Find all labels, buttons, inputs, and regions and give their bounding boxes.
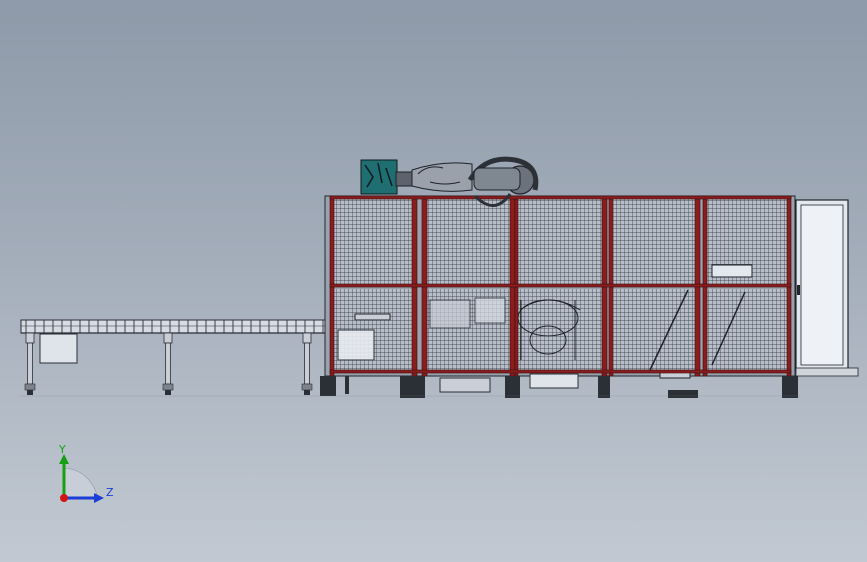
conveyor-motor-box xyxy=(39,333,78,364)
cad-viewport[interactable]: Y Z xyxy=(0,0,867,562)
conveyor-leg xyxy=(301,332,313,395)
conveyor-leg xyxy=(162,332,174,395)
x-axis-origin xyxy=(60,494,68,502)
robot-forearm xyxy=(411,162,473,192)
y-axis-label: Y xyxy=(58,443,66,456)
triad-xz-plane xyxy=(63,467,99,499)
electrical-cabinet[interactable] xyxy=(795,199,859,377)
cell-feet xyxy=(320,373,798,398)
assembly-drawing[interactable] xyxy=(0,0,867,562)
z-axis-arrowhead xyxy=(94,493,104,503)
robot-upper-arm xyxy=(473,167,521,191)
robot-wrist xyxy=(395,171,415,187)
conveyor-bed xyxy=(20,319,327,334)
orientation-triad[interactable]: Y Z xyxy=(40,438,120,518)
roller-conveyor[interactable] xyxy=(20,319,327,395)
robot-safety-cell[interactable] xyxy=(320,195,859,398)
conveyor-leg xyxy=(24,332,36,395)
z-axis-label: Z xyxy=(106,486,114,499)
